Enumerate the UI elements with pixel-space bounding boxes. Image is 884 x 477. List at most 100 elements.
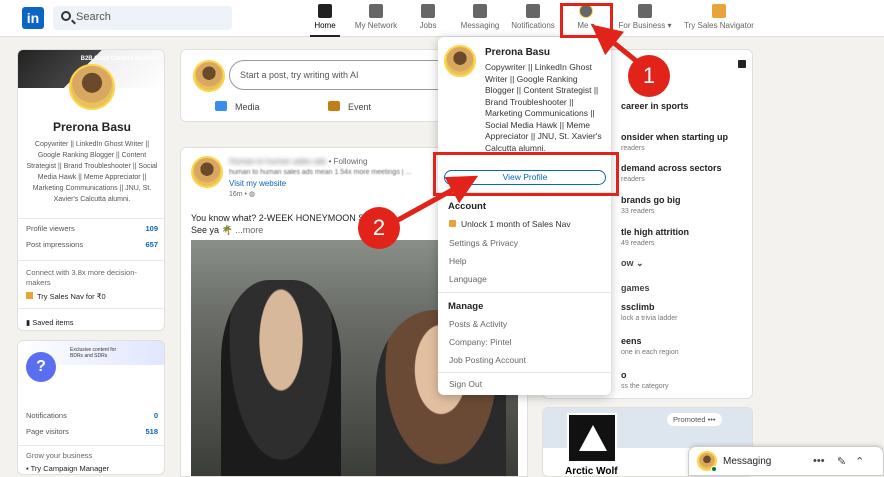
- dropdown-avatar[interactable]: [444, 45, 476, 77]
- promoted-label: Promoted: [673, 415, 706, 424]
- settings-privacy-link[interactable]: Settings & Privacy: [449, 238, 518, 248]
- profile-name[interactable]: Prerona Basu: [18, 120, 164, 134]
- following-label: • Following: [328, 157, 368, 166]
- page-visitors-stat[interactable]: Page visitors 518: [26, 427, 158, 436]
- news-item[interactable]: career in sports: [621, 101, 689, 112]
- news-title: onsider when starting up: [621, 132, 729, 142]
- nav-jobs-label: Jobs: [419, 21, 437, 30]
- saved-items-link[interactable]: ▮ Saved items: [26, 318, 158, 327]
- more-icon[interactable]: •••: [813, 455, 825, 467]
- news-readers: readers: [621, 176, 645, 183]
- profile-viewers-stat[interactable]: Profile viewers 109: [26, 224, 158, 233]
- grid-icon: [638, 4, 652, 18]
- highlight-box-view-profile: [433, 152, 619, 196]
- language-link[interactable]: Language: [449, 274, 487, 284]
- divider: [18, 445, 164, 446]
- nav-sales-navigator-label: Try Sales Navigator: [684, 21, 754, 30]
- divider: [438, 292, 611, 293]
- saved-items-label: Saved items: [32, 318, 74, 327]
- page-banner-text: Exclusive content for BDRs and SDRs: [70, 347, 117, 359]
- nav-messaging[interactable]: Messaging: [460, 4, 500, 34]
- arctic-wolf-logo[interactable]: [567, 413, 617, 463]
- see-more-link[interactable]: ...more: [235, 225, 263, 235]
- search-icon: [61, 11, 71, 21]
- nav-for-business-label: For Business: [618, 21, 666, 30]
- company-page-link[interactable]: Company: Pintel: [449, 337, 511, 347]
- sales-nav-cta[interactable]: Try Sales Nav for ₹0: [26, 292, 158, 301]
- promoted-badge[interactable]: Promoted •••: [667, 413, 722, 426]
- nav-my-network-label: My Network: [354, 21, 398, 30]
- post-impressions-stat[interactable]: Post impressions 657: [26, 240, 158, 249]
- posts-activity-link[interactable]: Posts & Activity: [449, 319, 507, 329]
- game-title: eens: [621, 336, 642, 346]
- search-input[interactable]: Search: [53, 6, 232, 30]
- nav-notifications[interactable]: Notifications: [510, 4, 556, 34]
- linkedin-logo[interactable]: in: [22, 7, 44, 29]
- notifications-label: Notifications: [26, 411, 67, 420]
- chevron-down-icon: ▾: [665, 21, 672, 30]
- news-item[interactable]: tle high attrition 49 readers: [621, 227, 689, 249]
- game-item[interactable]: o ss the category: [621, 370, 668, 392]
- highlight-box-me: [560, 3, 613, 38]
- post-meta: Human to human sales ads • Following hum…: [229, 156, 411, 200]
- game-title: o: [621, 370, 627, 380]
- news-item[interactable]: demand across sectors readers: [621, 163, 722, 185]
- step-badge-2: 2: [358, 207, 400, 249]
- job-posting-account-link[interactable]: Job Posting Account: [449, 355, 526, 365]
- step-badge-1: 1: [628, 55, 670, 97]
- profile-avatar[interactable]: [69, 64, 115, 110]
- post-author-name[interactable]: Human to human sales ads: [229, 157, 326, 166]
- chevron-up-icon[interactable]: ⌃: [855, 455, 864, 468]
- nav-jobs[interactable]: Jobs: [418, 4, 438, 34]
- page-visitors-count: 518: [145, 427, 158, 436]
- home-icon: [318, 4, 332, 18]
- notifications-stat[interactable]: Notifications 0: [26, 411, 158, 420]
- post-author-avatar[interactable]: [191, 156, 223, 188]
- page-logo[interactable]: ?: [26, 352, 56, 382]
- account-header: Account: [448, 201, 486, 212]
- show-more-button[interactable]: ow ⌄: [621, 258, 644, 269]
- nav-messaging-label: Messaging: [460, 21, 500, 30]
- divider: [18, 308, 164, 309]
- game-sub: ss the category: [621, 383, 669, 390]
- manage-header: Manage: [448, 301, 484, 312]
- sales-navigator-icon: [26, 292, 33, 299]
- nav-sales-navigator[interactable]: Try Sales Navigator: [684, 4, 754, 34]
- media-label: Media: [235, 102, 260, 112]
- online-status-icon: [711, 466, 717, 472]
- profile-viewers-count: 109: [145, 224, 158, 233]
- photo-person: [221, 280, 341, 476]
- post-text-line2: See ya 🌴: [191, 225, 233, 235]
- nav-for-business[interactable]: For Business ▾: [618, 4, 672, 34]
- game-item[interactable]: eens one in each region: [621, 336, 679, 358]
- event-button[interactable]: Event: [328, 101, 371, 112]
- visit-website-link[interactable]: Visit my website: [229, 178, 411, 189]
- nav-home[interactable]: Home: [310, 4, 340, 37]
- nav-home-label: Home: [314, 21, 336, 30]
- search-placeholder: Search: [76, 11, 111, 23]
- news-readers: 33 readers: [621, 208, 655, 215]
- show-more-label: ow: [621, 258, 634, 268]
- game-sub: lock a trivia ladder: [621, 315, 678, 322]
- info-icon[interactable]: [738, 60, 746, 68]
- profile-card: B2B SaaS Content Marketer Prerona Basu C…: [17, 49, 165, 331]
- news-title: tle high attrition: [621, 227, 689, 237]
- nav-my-network[interactable]: My Network: [354, 4, 398, 34]
- news-item[interactable]: brands go big 33 readers: [621, 195, 681, 217]
- game-sub: one in each region: [621, 349, 679, 356]
- news-readers: 49 readers: [621, 240, 655, 247]
- game-item[interactable]: ssclimb lock a trivia ladder: [621, 302, 677, 324]
- media-button[interactable]: Media: [215, 101, 260, 112]
- profile-headline: Copywriter || LinkedIn Ghost Writer || G…: [26, 141, 158, 203]
- messaging-label: Messaging: [723, 456, 772, 467]
- sales-navigator-icon: [712, 4, 726, 18]
- news-item[interactable]: onsider when starting up readers: [621, 132, 728, 154]
- help-link[interactable]: Help: [449, 256, 466, 266]
- page-card: Exclusive content for BDRs and SDRs ? No…: [17, 340, 165, 475]
- grow-business-text: Grow your business: [26, 451, 93, 460]
- photo-icon: [215, 101, 227, 111]
- unlock-sales-nav-link[interactable]: Unlock 1 month of Sales Nav: [449, 219, 571, 229]
- top-navigation-bar: in Search Home My Network Jobs Messaging…: [0, 0, 884, 37]
- compose-icon[interactable]: ✎: [837, 455, 846, 468]
- sign-out-link[interactable]: Sign Out: [449, 379, 482, 389]
